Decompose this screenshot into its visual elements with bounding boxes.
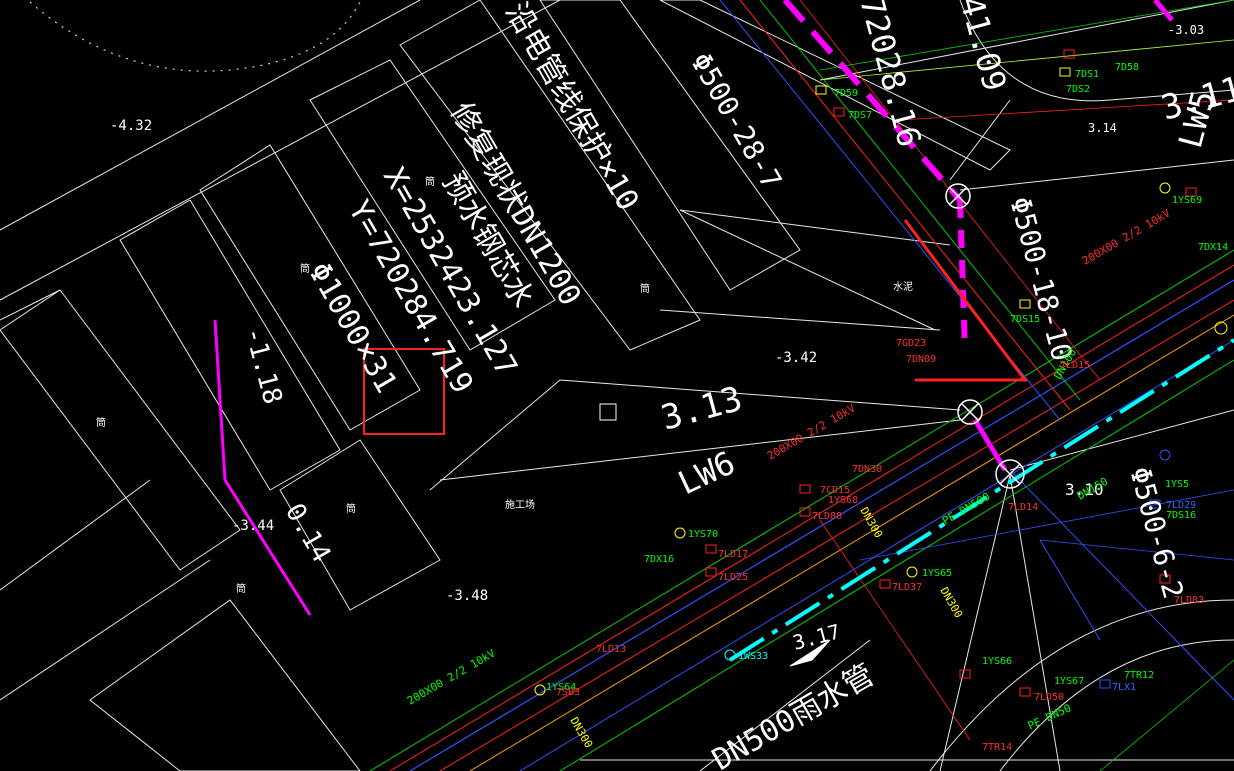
node-label: 1YS70 [688,529,718,540]
node-label: 7DN30 [852,464,882,475]
text-tube-6: 筒 [425,175,435,188]
node-label: 1YS68 [828,495,858,506]
node-label: 7LD50 [1034,692,1064,703]
text-value-342: -3.42 [775,350,817,366]
node-label: 7DX14 [1198,242,1228,253]
node-label: 7D58 [1115,62,1139,73]
text-tube-2: 筒 [96,416,106,429]
node-label: 1YS66 [982,656,1012,667]
node-label: 1YS69 [1172,195,1202,206]
node-label: 7DS7 [848,110,872,121]
node-label: 7LD80 [812,511,842,522]
node-label: 7LD13 [596,644,626,655]
node-label: 7LD14 [1008,502,1038,513]
node-label: 1YS65 [922,568,952,579]
text-value-344: -3.44 [232,518,274,534]
text-value-348: -3.48 [446,588,488,604]
text-tube-4: 筒 [236,582,246,595]
node-label: 7LD83 [1174,595,1204,606]
node-label: 7LD25 [718,572,748,583]
node-label: 7DX16 [644,554,674,565]
text-value-303: -3.03 [1168,23,1204,37]
node-label: 7LD17 [718,549,748,560]
node-label: 1YS67 [1054,676,1084,687]
node-label: 7DS1 [1075,69,1099,80]
text-value-314: 3.14 [1088,121,1117,135]
node-label: 7SB3 [556,687,580,698]
node-label: 7TR14 [982,742,1012,753]
node-label: 7LD37 [892,582,922,593]
node-label: 7DS2 [1066,84,1090,95]
text-tube-3: 筒 [346,502,356,515]
node-label: 7DS16 [1166,510,1196,521]
node-label: 7GD23 [896,338,926,349]
node-label: 7D59 [834,88,858,99]
node-label: 7CD15 [820,485,850,496]
node-label: 1YS5 [1165,479,1189,490]
text-tube-5: 筒 [640,282,650,295]
node-label: 7TR12 [1124,670,1154,681]
cad-drawing-canvas[interactable]: 沿电管线保护×10 修复现状DN1200 预水钢芯水 X=2532423.127… [0,0,1234,771]
node-label: 7DS15 [1010,314,1040,325]
node-label: 1WS33 [738,651,768,662]
text-water-label: 水泥 [893,280,913,293]
text-value-432: -4.32 [110,118,152,134]
canvas-background [0,0,1234,771]
text-site: 施工场 [505,498,535,511]
text-tube-1: 筒 [300,262,310,275]
node-label: 7LD15 [1060,360,1090,371]
node-label: 7LX1 [1112,682,1136,693]
node-label: 7DN09 [906,354,936,365]
